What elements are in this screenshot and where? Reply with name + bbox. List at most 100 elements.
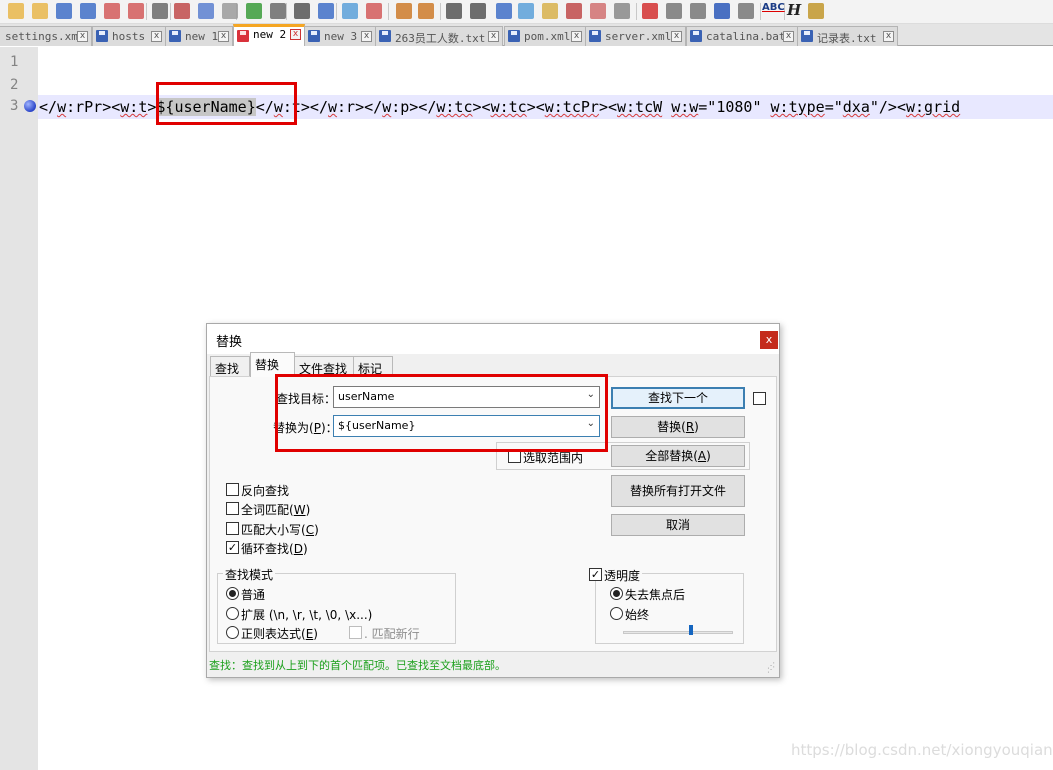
tab-5[interactable]: new 3x	[304, 26, 376, 46]
code-text: dxa	[842, 98, 870, 116]
tab-label: new 3	[324, 30, 358, 43]
tab-find-in-files[interactable]: 文件查找	[294, 356, 354, 376]
replace-all-button[interactable]: 全部替换(A)	[611, 445, 745, 467]
undo-icon[interactable]	[246, 3, 262, 19]
tab-find[interactable]: 查找	[210, 356, 250, 376]
show-all-chars-icon[interactable]	[470, 3, 486, 19]
close-tab-icon[interactable]: x	[671, 31, 682, 42]
code-text: w:tcW	[617, 98, 663, 116]
spell-check-icon[interactable]: ABC	[762, 2, 785, 13]
backward-direction-checkbox[interactable]	[226, 483, 239, 496]
save-macro-icon[interactable]	[714, 3, 730, 19]
sync-vertical-icon[interactable]	[396, 3, 412, 19]
sync-horizontal-icon[interactable]	[418, 3, 434, 19]
mode-normal-radio[interactable]	[226, 587, 239, 600]
tab-10[interactable]: 记录表.txt x	[797, 26, 898, 46]
file-icon	[379, 30, 391, 42]
indent-guide-icon[interactable]	[496, 3, 512, 19]
header-icon[interactable]: H	[787, 1, 801, 19]
match-newline-checkbox[interactable]	[349, 626, 362, 639]
new-file-icon[interactable]	[8, 3, 24, 19]
spell-check-icon[interactable]	[738, 3, 754, 19]
tab-6[interactable]: 263员工人数.txt x	[375, 26, 503, 46]
tab-7[interactable]: pom.xml x	[504, 26, 586, 46]
cut-icon[interactable]	[174, 3, 190, 19]
doc-map-icon[interactable]	[518, 3, 534, 19]
code-text: w	[57, 98, 67, 116]
stop-macro-icon[interactable]	[642, 3, 658, 19]
find-next-option-checkbox[interactable]	[753, 392, 766, 405]
close-tab-icon[interactable]: x	[290, 29, 301, 40]
tab-label: catalina.bat	[706, 30, 786, 43]
redo-icon[interactable]	[270, 3, 286, 19]
tab-2[interactable]: hosts x	[92, 26, 166, 46]
run-macro-icon[interactable]	[690, 3, 706, 19]
match-whole-word-checkbox[interactable]	[226, 502, 239, 515]
function-list-icon[interactable]	[542, 3, 558, 19]
resize-grip-icon[interactable]: ⋰ ⋰	[767, 662, 777, 674]
close-tab-icon[interactable]: x	[571, 31, 582, 42]
zoom-in-icon[interactable]	[342, 3, 358, 19]
close-tab-icon[interactable]: x	[151, 31, 162, 42]
wrap-around-checkbox[interactable]: ✓	[226, 541, 239, 554]
find-icon[interactable]	[294, 3, 310, 19]
access-key: W	[293, 503, 306, 517]
tab-label: 263员工人数.txt	[395, 32, 486, 45]
find-next-button[interactable]: 查找下一个	[611, 387, 745, 409]
mode-regex-radio[interactable]	[226, 626, 239, 639]
transparency-slider-thumb[interactable]	[689, 625, 694, 635]
file-icon	[237, 30, 249, 42]
monitoring-icon[interactable]	[590, 3, 606, 19]
tab-1[interactable]: settings.xml x	[0, 26, 92, 46]
cancel-button[interactable]: 取消	[611, 514, 745, 536]
tab-4[interactable]: new 2x	[233, 24, 305, 46]
always-radio[interactable]	[610, 607, 623, 620]
close-icon[interactable]: x	[760, 331, 778, 349]
record-macro-icon[interactable]	[614, 3, 630, 19]
bookmark-icon[interactable]	[24, 100, 36, 112]
replace-button[interactable]: 替换(R)	[611, 416, 745, 438]
label-text: )	[313, 627, 318, 641]
replace-icon[interactable]	[318, 3, 334, 19]
close-tab-icon[interactable]: x	[488, 31, 499, 42]
launch-icon[interactable]	[808, 3, 824, 19]
toolbar-separator	[146, 3, 147, 20]
save-all-icon[interactable]	[80, 3, 96, 19]
word-wrap-icon[interactable]	[446, 3, 462, 19]
label-text: 循环查找(	[241, 542, 294, 556]
close-all-icon[interactable]	[128, 3, 144, 19]
tab-mark[interactable]: 标记	[353, 356, 393, 376]
print-icon[interactable]	[152, 3, 168, 19]
annotation-box-code	[156, 82, 297, 125]
close-tab-icon[interactable]: x	[218, 31, 229, 42]
tab-3[interactable]: new 1x	[165, 26, 233, 46]
paste-icon[interactable]	[222, 3, 238, 19]
close-tab-icon[interactable]: x	[361, 31, 372, 42]
line-number-gutter: 1 2 3	[0, 47, 38, 770]
close-icon[interactable]	[104, 3, 120, 19]
on-lose-focus-radio[interactable]	[610, 587, 623, 600]
tab-label: settings.xml	[5, 30, 85, 43]
copy-icon[interactable]	[198, 3, 214, 19]
transparency-slider-track[interactable]	[623, 631, 733, 634]
tab-8[interactable]: server.xml x	[585, 26, 686, 46]
dialog-titlebar[interactable]: 替换 x	[207, 324, 779, 354]
save-icon[interactable]	[56, 3, 72, 19]
folder-workspace-icon[interactable]	[566, 3, 582, 19]
close-tab-icon[interactable]: x	[783, 31, 794, 42]
close-tab-icon[interactable]: x	[77, 31, 88, 42]
line-number: 3	[10, 98, 19, 114]
replace-all-open-docs-button[interactable]: 替换所有打开文件	[611, 475, 745, 507]
transparency-checkbox[interactable]: ✓	[589, 568, 602, 581]
button-text: 替换(	[657, 420, 686, 434]
open-file-icon[interactable]	[32, 3, 48, 19]
toolbar-separator	[388, 3, 389, 20]
tab-9[interactable]: catalina.bat x	[686, 26, 798, 46]
close-tab-icon[interactable]: x	[883, 31, 894, 42]
tab-label: hosts	[112, 30, 146, 43]
mode-extended-radio[interactable]	[226, 607, 239, 620]
zoom-out-icon[interactable]	[366, 3, 382, 19]
play-macro-icon[interactable]	[666, 3, 682, 19]
match-case-checkbox[interactable]	[226, 522, 239, 535]
